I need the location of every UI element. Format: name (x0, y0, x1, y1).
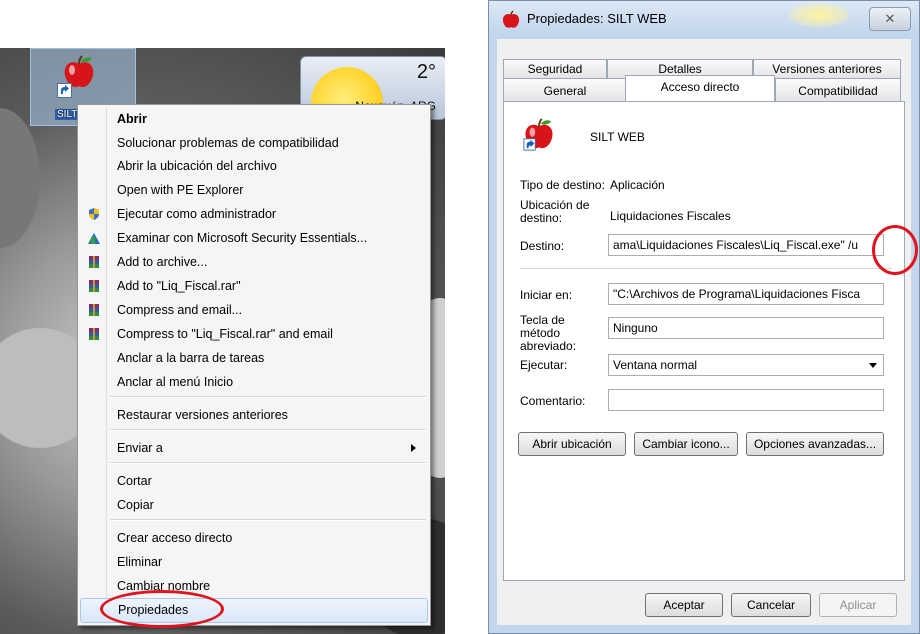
ok-button[interactable]: Aceptar (645, 593, 723, 617)
menu-separator (110, 396, 426, 398)
menu-item-add-to-archive[interactable]: Add to archive... (80, 251, 428, 274)
window-title: Propiedades: SILT WEB (527, 11, 667, 26)
run-select[interactable]: Ventana normal (608, 354, 884, 376)
menu-item-add-to-rar[interactable]: Add to "Liq_Fiscal.rar" (80, 275, 428, 298)
weather-temperature: 2° (416, 61, 436, 83)
target-label: Destino: (520, 239, 565, 253)
menu-item-copy[interactable]: Copiar (80, 494, 428, 517)
winrar-icon (89, 328, 99, 340)
menu-item-label: Ejecutar como administrador (117, 207, 277, 221)
close-button[interactable]: ✕ (869, 7, 911, 31)
comment-label: Comentario: (520, 394, 586, 408)
target-input[interactable]: ama\Liquidaciones Fiscales\Liq_Fiscal.ex… (608, 234, 884, 256)
menu-item-abrir[interactable]: Abrir (80, 108, 428, 131)
advanced-options-button[interactable]: Opciones avanzadas... (746, 432, 884, 456)
shortcut-name: SILT WEB (590, 130, 645, 144)
tab-label: Detalles (658, 62, 702, 76)
menu-item-label: Abrir (117, 112, 147, 126)
close-icon: ✕ (884, 11, 896, 26)
apple-icon (502, 10, 520, 28)
menu-item-label: Copiar (117, 498, 154, 512)
tab-label: Versiones anteriores (772, 62, 882, 76)
tab-acceso-directo[interactable]: Acceso directo (625, 75, 775, 101)
menu-item-label: Crear acceso directo (117, 531, 233, 545)
tab-versiones-anteriores[interactable]: Versiones anteriores (753, 59, 901, 78)
menu-item-label: Anclar al menú Inicio (117, 375, 234, 389)
winrar-icon (89, 280, 99, 292)
menu-item-open-with-pe-explorer[interactable]: Open with PE Explorer (80, 179, 428, 202)
menu-item-send-to[interactable]: Enviar a (80, 437, 428, 460)
menu-item-troubleshoot-compatibility[interactable]: Solucionar problemas de compatibilidad (80, 132, 428, 155)
desktop-icon-label: SILT (55, 109, 80, 120)
cancel-button[interactable]: Cancelar (731, 593, 811, 617)
submenu-arrow-icon (411, 444, 416, 452)
menu-item-open-file-location[interactable]: Abrir la ubicación del archivo (80, 155, 428, 178)
properties-dialog: Propiedades: SILT WEB ✕ Seguridad Detall… (488, 0, 920, 634)
menu-item-cut[interactable]: Cortar (80, 470, 428, 493)
divider (520, 268, 892, 269)
tab-compatibilidad[interactable]: Compatibilidad (775, 78, 901, 102)
apple-icon (523, 118, 553, 151)
target-type-value: Aplicación (610, 178, 665, 192)
menu-item-label: Compress to "Liq_Fiscal.rar" and email (117, 327, 333, 341)
title-bar[interactable]: Propiedades: SILT WEB ✕ (489, 1, 919, 39)
menu-item-run-as-admin[interactable]: Ejecutar como administrador (80, 203, 428, 226)
highlight-circle-properties (100, 590, 224, 628)
menu-separator (110, 462, 426, 464)
menu-item-label: Abrir la ubicación del archivo (117, 159, 277, 173)
apply-button[interactable]: Aplicar (819, 593, 897, 617)
menu-item-restore-previous-versions[interactable]: Restaurar versiones anteriores (80, 404, 428, 427)
menu-item-label: Examinar con Microsoft Security Essentia… (117, 231, 368, 245)
winrar-icon (89, 304, 99, 316)
menu-item-label: Open with PE Explorer (117, 183, 244, 197)
target-location-value: Liquidaciones Fiscales (610, 209, 731, 223)
start-in-input[interactable]: "C:\Archivos de Programa\Liquidaciones F… (608, 283, 884, 305)
tab-label: Compatibilidad (798, 84, 878, 98)
menu-item-compress-to-rar-and-email[interactable]: Compress to "Liq_Fiscal.rar" and email (80, 323, 428, 346)
context-menu: Abrir Solucionar problemas de compatibil… (77, 104, 431, 626)
target-location-label: Ubicación de destino: (520, 198, 590, 225)
menu-item-pin-to-start[interactable]: Anclar al menú Inicio (80, 371, 428, 394)
tab-seguridad[interactable]: Seguridad (503, 59, 607, 78)
change-icon-button[interactable]: Cambiar icono... (634, 432, 738, 456)
menu-item-pin-to-taskbar[interactable]: Anclar a la barra de tareas (80, 347, 428, 370)
winrar-icon (89, 256, 99, 268)
uac-shield-icon (89, 208, 99, 220)
target-type-label: Tipo de destino: (520, 178, 605, 192)
open-location-button[interactable]: Abrir ubicación (518, 432, 626, 456)
security-essentials-icon (88, 233, 100, 244)
shortcut-key-input[interactable]: Ninguno (608, 317, 884, 339)
menu-item-compress-and-email[interactable]: Compress and email... (80, 299, 428, 322)
menu-item-label: Add to archive... (117, 255, 208, 269)
menu-item-label: Enviar a (117, 441, 163, 455)
menu-item-scan-security-essentials[interactable]: Examinar con Microsoft Security Essentia… (80, 227, 428, 250)
chevron-down-icon (869, 363, 877, 368)
start-in-label: Iniciar en: (520, 288, 573, 302)
menu-item-create-shortcut[interactable]: Crear acceso directo (80, 527, 428, 550)
menu-item-label: Eliminar (117, 555, 163, 569)
menu-item-label: Add to "Liq_Fiscal.rar" (117, 279, 241, 293)
run-label: Ejecutar: (520, 358, 568, 372)
tab-label: Acceso directo (660, 80, 740, 94)
tab-panel-acceso-directo: SILT WEB Tipo de destino: Aplicación Ubi… (503, 101, 905, 581)
menu-separator (110, 429, 426, 431)
menu-item-label: Compress and email... (117, 303, 243, 317)
menu-separator (110, 519, 426, 521)
tab-label: Seguridad (527, 62, 583, 76)
tab-general[interactable]: General (503, 78, 627, 102)
wallpaper-shape (0, 108, 40, 248)
menu-item-label: Anclar a la barra de tareas (117, 351, 265, 365)
menu-item-label: Solucionar problemas de compatibilidad (117, 136, 339, 150)
menu-item-label: Cortar (117, 474, 152, 488)
comment-input[interactable] (608, 389, 884, 411)
highlight-circle-target-argument (872, 225, 918, 275)
dialog-client: Seguridad Detalles Versiones anteriores … (497, 39, 911, 625)
title-glow (789, 3, 849, 27)
menu-item-delete[interactable]: Eliminar (80, 551, 428, 574)
menu-item-label: Restaurar versiones anteriores (117, 408, 288, 422)
run-select-value: Ventana normal (613, 358, 698, 372)
shortcut-key-label: Tecla de método abreviado: (520, 313, 577, 353)
tab-label: General (543, 84, 587, 98)
shortcut-arrow-icon (57, 83, 72, 98)
